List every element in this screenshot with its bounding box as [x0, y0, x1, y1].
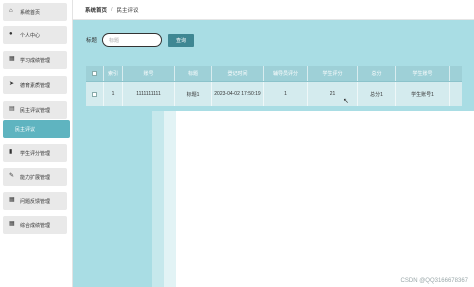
column-header: 学生评分 [308, 66, 358, 81]
row-select-cell[interactable] [86, 82, 104, 106]
empty-panel [176, 111, 474, 287]
sidebar-item-profile[interactable]: ● 个人中心 [3, 26, 67, 44]
sidebar-item-label: 民主评议 [15, 126, 36, 133]
breadcrumb-home[interactable]: 系统首页 [85, 6, 107, 14]
decorative-stripe [152, 111, 164, 287]
table-row[interactable]: 1 1111111111 标题1 2023-04-02 17:50:19 1 2… [86, 82, 462, 106]
grid3-icon: ▦ [9, 221, 15, 227]
doc-icon: ▤ [9, 106, 15, 112]
sidebar: ⌂ 系统首页 ● 个人中心 ▦ 学习成绩管理 ➤ 德育素质管理 ▤ 民主评议管理… [0, 0, 73, 287]
sidebar-item-overall-scores[interactable]: ▦ 综合成绩管理 [3, 216, 67, 234]
sidebar-item-student-scoring[interactable]: ▮ 学生评分管理 [3, 144, 67, 162]
column-header: 辅导员评分 [264, 66, 308, 81]
sidebar-item-democratic-review[interactable]: 民主评议 [3, 120, 70, 138]
column-header: 账号 [123, 66, 175, 81]
table-cell: 标题1 [175, 82, 212, 106]
search-button[interactable]: 查询 [168, 33, 195, 47]
home-icon: ⌂ [9, 8, 13, 14]
row-checkbox[interactable] [92, 91, 97, 97]
column-header: 标题 [175, 66, 212, 81]
table-cell: 1 [264, 82, 308, 106]
sidebar-item-label: 学生评分管理 [20, 150, 51, 157]
sidebar-item-ability[interactable]: ✎ 能力扩展管理 [3, 168, 67, 186]
decorative-stripe [164, 111, 176, 287]
table-header: 索引 账号 标题 登记时间 辅导员评分 学生评分 总分 学生账号 [86, 66, 462, 82]
column-header [450, 66, 462, 81]
grid-icon: ▦ [9, 56, 15, 62]
table-cell: 1111111111 [123, 82, 175, 106]
column-header: 总分 [358, 66, 396, 81]
table-cell: 21 [308, 82, 358, 106]
main-content: 标题 标题 查询 索引 账号 标题 登记时间 辅导员评分 学生评分 总分 学生账… [73, 20, 474, 287]
search-placeholder: 标题 [109, 37, 120, 44]
column-header: 索引 [104, 66, 123, 81]
mouse-cursor-icon: ↖ [343, 98, 349, 105]
sidebar-item-label: 能力扩展管理 [20, 174, 51, 181]
sidebar-item-study-scores[interactable]: ▦ 学习成绩管理 [3, 51, 67, 69]
sidebar-item-label: 系统首页 [20, 9, 41, 16]
app-window: ⌂ 系统首页 ● 个人中心 ▦ 学习成绩管理 ➤ 德育素质管理 ▤ 民主评议管理… [0, 0, 474, 287]
sidebar-item-feedback[interactable]: ▦ 问题反馈管理 [3, 192, 67, 210]
watermark: CSDN @QQ3166678367 [400, 278, 468, 284]
search-input[interactable]: 标题 [102, 33, 163, 47]
user-icon: ● [9, 31, 13, 37]
sidebar-item-democratic-review-mgmt[interactable]: ▤ 民主评议管理 [3, 101, 67, 119]
table-cell: 学生账号1 [396, 82, 450, 106]
sidebar-item-label: 综合成绩管理 [20, 222, 51, 229]
bookmark-icon: ▮ [9, 149, 13, 155]
tools-icon: ✎ [9, 173, 15, 179]
breadcrumb-current: 民主评议 [116, 7, 139, 14]
breadcrumb: 系统首页 / 民主评议 [73, 0, 474, 20]
sidebar-item-home[interactable]: ⌂ 系统首页 [3, 3, 67, 21]
select-all-cell[interactable] [86, 66, 104, 81]
sidebar-item-label: 个人中心 [20, 32, 41, 39]
table-cell: 2023-04-02 17:50:19 [212, 82, 264, 106]
table-cell [450, 82, 462, 106]
column-header: 学生账号 [396, 66, 450, 81]
search-label: 标题 [86, 38, 98, 44]
select-all-checkbox[interactable] [92, 71, 97, 76]
breadcrumb-separator: / [111, 6, 113, 13]
table-cell: 总分1 [358, 82, 396, 106]
data-table: 索引 账号 标题 登记时间 辅导员评分 学生评分 总分 学生账号 1 11111… [86, 66, 462, 106]
sidebar-item-label: 问题反馈管理 [20, 198, 51, 205]
table-cell: 1 [104, 82, 123, 106]
send-icon: ➤ [9, 81, 15, 87]
sidebar-item-moral[interactable]: ➤ 德育素质管理 [3, 76, 67, 94]
sidebar-item-label: 民主评议管理 [20, 107, 51, 114]
sidebar-item-label: 学习成绩管理 [20, 57, 51, 64]
sidebar-item-label: 德育素质管理 [20, 82, 51, 89]
search-bar: 标题 标题 查询 [86, 33, 195, 47]
column-header: 登记时间 [212, 66, 264, 81]
grid2-icon: ▦ [9, 197, 15, 203]
